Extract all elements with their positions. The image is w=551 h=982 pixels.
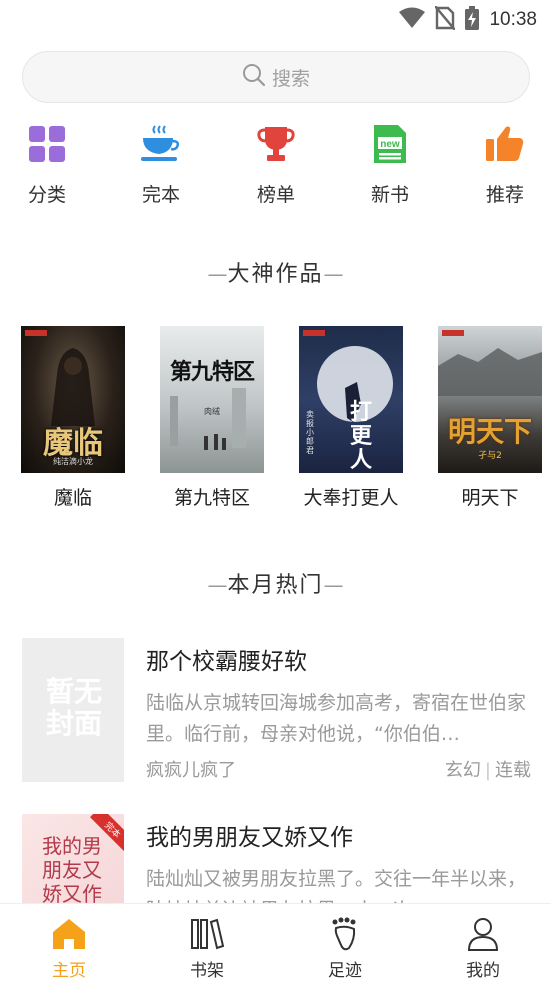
featured-book[interactable]: 魔临 纯洁滴小龙 魔临	[21, 326, 125, 510]
cover-author: 纯洁滴小龙	[53, 457, 93, 466]
section-title-text: 本月热门	[227, 573, 324, 598]
nav-profile[interactable]: 我的	[438, 916, 528, 981]
section-title-text: 大神作品	[227, 262, 324, 287]
person-icon	[438, 916, 528, 952]
no-sim-icon	[434, 5, 457, 34]
book-title: 第九特区	[173, 487, 250, 509]
nav-footprint[interactable]: 足迹	[300, 916, 390, 981]
thumbs-up-icon	[460, 122, 550, 166]
cover-title: 明天下	[447, 415, 532, 448]
book-cover-placeholder[interactable]: 暂无封面	[22, 638, 124, 782]
footprint-icon	[300, 916, 390, 952]
home-icon	[24, 916, 114, 952]
category-label: 新书	[370, 184, 409, 206]
status-bar: 10:38	[0, 0, 551, 38]
svg-text:new: new	[380, 139, 400, 150]
hot-book-tags: 玄幻 | 连载	[444, 760, 531, 781]
nav-home[interactable]: 主页	[24, 916, 114, 981]
cover-author: 孑与2	[478, 451, 502, 461]
hot-book-title: 那个校霸腰好软	[146, 649, 307, 675]
search-placeholder: 搜索	[271, 67, 310, 90]
featured-book[interactable]: 明天下 孑与2 明天下	[438, 326, 542, 510]
category-label: 分类	[27, 184, 66, 206]
nav-label: 足迹	[328, 961, 362, 981]
search-icon	[242, 63, 266, 91]
cover-placeholder-text: 暂无封面	[45, 675, 102, 740]
book-title: 魔临	[53, 487, 92, 509]
featured-book[interactable]: 打更人 卖报小郎君 大奉打更人	[299, 326, 403, 510]
book-cover[interactable]: 明天下 孑与2	[438, 326, 542, 473]
category-ranking[interactable]: 榜单	[231, 122, 321, 207]
genre-tag: 玄幻	[444, 760, 481, 781]
book-cover[interactable]: 第九特区 肉绒	[160, 326, 264, 473]
cover-title: 打更人	[349, 399, 372, 473]
status-time: 10:38	[489, 9, 537, 30]
nav-bookshelf[interactable]: 书架	[162, 916, 252, 981]
category-recommend[interactable]: 推荐	[460, 122, 550, 207]
section-title-hot: —本月热门—	[207, 573, 344, 598]
status-tag: 连载	[495, 760, 531, 781]
featured-book[interactable]: 第九特区 肉绒 第九特区	[160, 326, 264, 510]
book-cover[interactable]: 完本 我的男朋友又娇又作	[22, 814, 124, 904]
search-bar[interactable]: 搜索	[22, 51, 530, 103]
nav-label: 书架	[190, 961, 224, 981]
nav-label: 我的	[466, 961, 500, 981]
battery-charging-icon	[465, 6, 480, 34]
cover-author: 肉绒	[204, 407, 220, 416]
hot-book-title: 我的男朋友又娇又作	[146, 825, 353, 851]
book-cover[interactable]: 打更人 卖报小郎君	[299, 326, 403, 473]
category-label: 榜单	[256, 184, 295, 206]
cover-title: 我的男朋友又娇又作	[42, 834, 102, 904]
cover-title: 第九特区	[169, 360, 255, 385]
hot-book-description: 陆灿灿又被男朋友拉黑了。交往一年半以来，陆灿灿单边被男友拉黑二十一次	[146, 868, 527, 904]
category-label: 推荐	[485, 184, 524, 206]
cover-author: 卖报小郎君	[306, 410, 314, 455]
bottom-nav: 主页 书架 足迹 我的	[0, 903, 551, 982]
category-new-books[interactable]: new 新书	[345, 122, 435, 207]
category-completed[interactable]: 完本	[116, 122, 206, 207]
book-title: 大奉打更人	[303, 487, 399, 509]
book-title: 明天下	[461, 487, 519, 509]
coffee-cup-icon	[116, 122, 206, 166]
category-classify[interactable]: 分类	[2, 122, 92, 207]
category-row: 分类 完本 榜单 new 新书 推荐	[0, 122, 551, 212]
section-title-featured: —大神作品—	[207, 262, 344, 287]
category-label: 完本	[141, 184, 180, 206]
trophy-icon	[231, 122, 321, 166]
hot-list-item[interactable]: 完本 我的男朋友又娇又作 我的男朋友又娇又作 陆灿灿又被男朋友拉黑了。交往一年半…	[22, 814, 531, 904]
hot-list-item[interactable]: 暂无封面 那个校霸腰好软 陆临从京城转回海城参加高考，寄宿在世伯家里。临行前，母…	[22, 638, 531, 788]
new-badge-icon: new	[345, 122, 435, 166]
nav-label: 主页	[52, 961, 86, 981]
book-cover[interactable]: 魔临 纯洁滴小龙	[21, 326, 125, 473]
hot-book-author: 疯疯儿疯了	[146, 760, 236, 781]
hot-book-description: 陆临从京城转回海城参加高考，寄宿在世伯家里。临行前，母亲对他说，“你伯伯…	[146, 692, 527, 745]
bookshelf-icon	[162, 916, 252, 952]
wifi-icon	[399, 7, 426, 33]
grid-icon	[2, 122, 92, 166]
